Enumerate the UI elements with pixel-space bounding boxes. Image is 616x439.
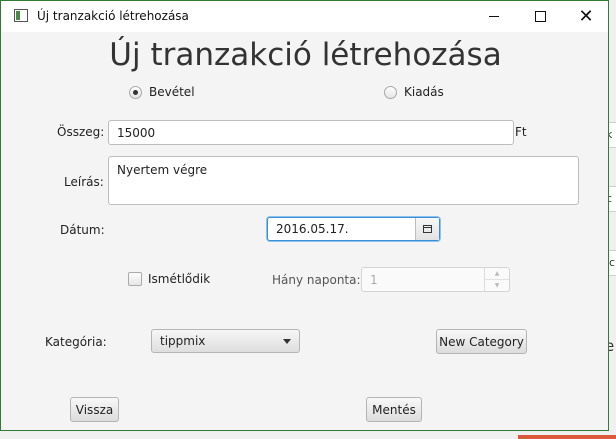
close-icon: ✕	[578, 5, 594, 27]
description-label: Leírás:	[64, 175, 104, 189]
amount-unit: Ft	[515, 125, 527, 139]
back-button[interactable]: Vissza	[70, 397, 119, 422]
save-button[interactable]: Mentés	[366, 397, 422, 422]
checkbox-box	[128, 272, 142, 286]
page-title: Új tranzakció létrehozása	[109, 37, 502, 73]
radio-income[interactable]: Bevétel	[129, 85, 195, 99]
spinner-down-icon[interactable]: ▼	[485, 280, 509, 292]
maximize-icon	[534, 11, 546, 22]
category-label: Kategória:	[45, 335, 107, 349]
maximize-button[interactable]	[517, 1, 563, 32]
radio-expense[interactable]: Kiadás	[384, 85, 444, 99]
minimize-button[interactable]	[471, 1, 517, 32]
date-picker[interactable]: 2016.05.17.	[267, 217, 440, 241]
interval-label: Hány naponta:	[272, 273, 361, 287]
window-title: Új tranzakció létrehozása	[37, 9, 189, 23]
calendar-button[interactable]	[415, 218, 439, 240]
amount-input[interactable]: 15000	[108, 120, 514, 145]
radio-selected-indicator	[129, 85, 142, 99]
dialog-window: Új tranzakció létrehozása ✕ Új tranzakci…	[0, 0, 609, 431]
radio-income-label: Bevétel	[149, 85, 195, 99]
radio-expense-label: Kiadás	[404, 85, 444, 99]
app-icon	[14, 9, 28, 22]
new-category-button[interactable]: New Category	[436, 329, 527, 354]
title-bar: Új tranzakció létrehozása ✕	[1, 1, 608, 32]
date-label: Dátum:	[60, 223, 105, 237]
description-textarea[interactable]: Nyertem végre	[108, 156, 579, 205]
close-button[interactable]: ✕	[563, 1, 609, 32]
recurring-checkbox[interactable]: Ismétlődik	[128, 272, 210, 286]
recurring-label: Ismétlődik	[148, 272, 211, 286]
amount-label: Összeg:	[57, 125, 105, 139]
chevron-down-icon	[283, 339, 291, 344]
interval-spinner[interactable]: 1 ▲ ▼	[361, 267, 510, 292]
calendar-icon	[423, 225, 432, 233]
interval-value: 1	[370, 272, 378, 287]
minimize-icon	[489, 16, 499, 17]
category-select[interactable]: tippmix	[151, 329, 300, 353]
spinner-arrows: ▲ ▼	[484, 268, 509, 291]
background-accent-bar	[518, 435, 616, 439]
category-selected-value: tippmix	[160, 334, 206, 348]
radio-unselected-indicator	[384, 85, 397, 99]
date-value: 2016.05.17.	[276, 222, 349, 236]
spinner-up-icon[interactable]: ▲	[485, 268, 509, 280]
